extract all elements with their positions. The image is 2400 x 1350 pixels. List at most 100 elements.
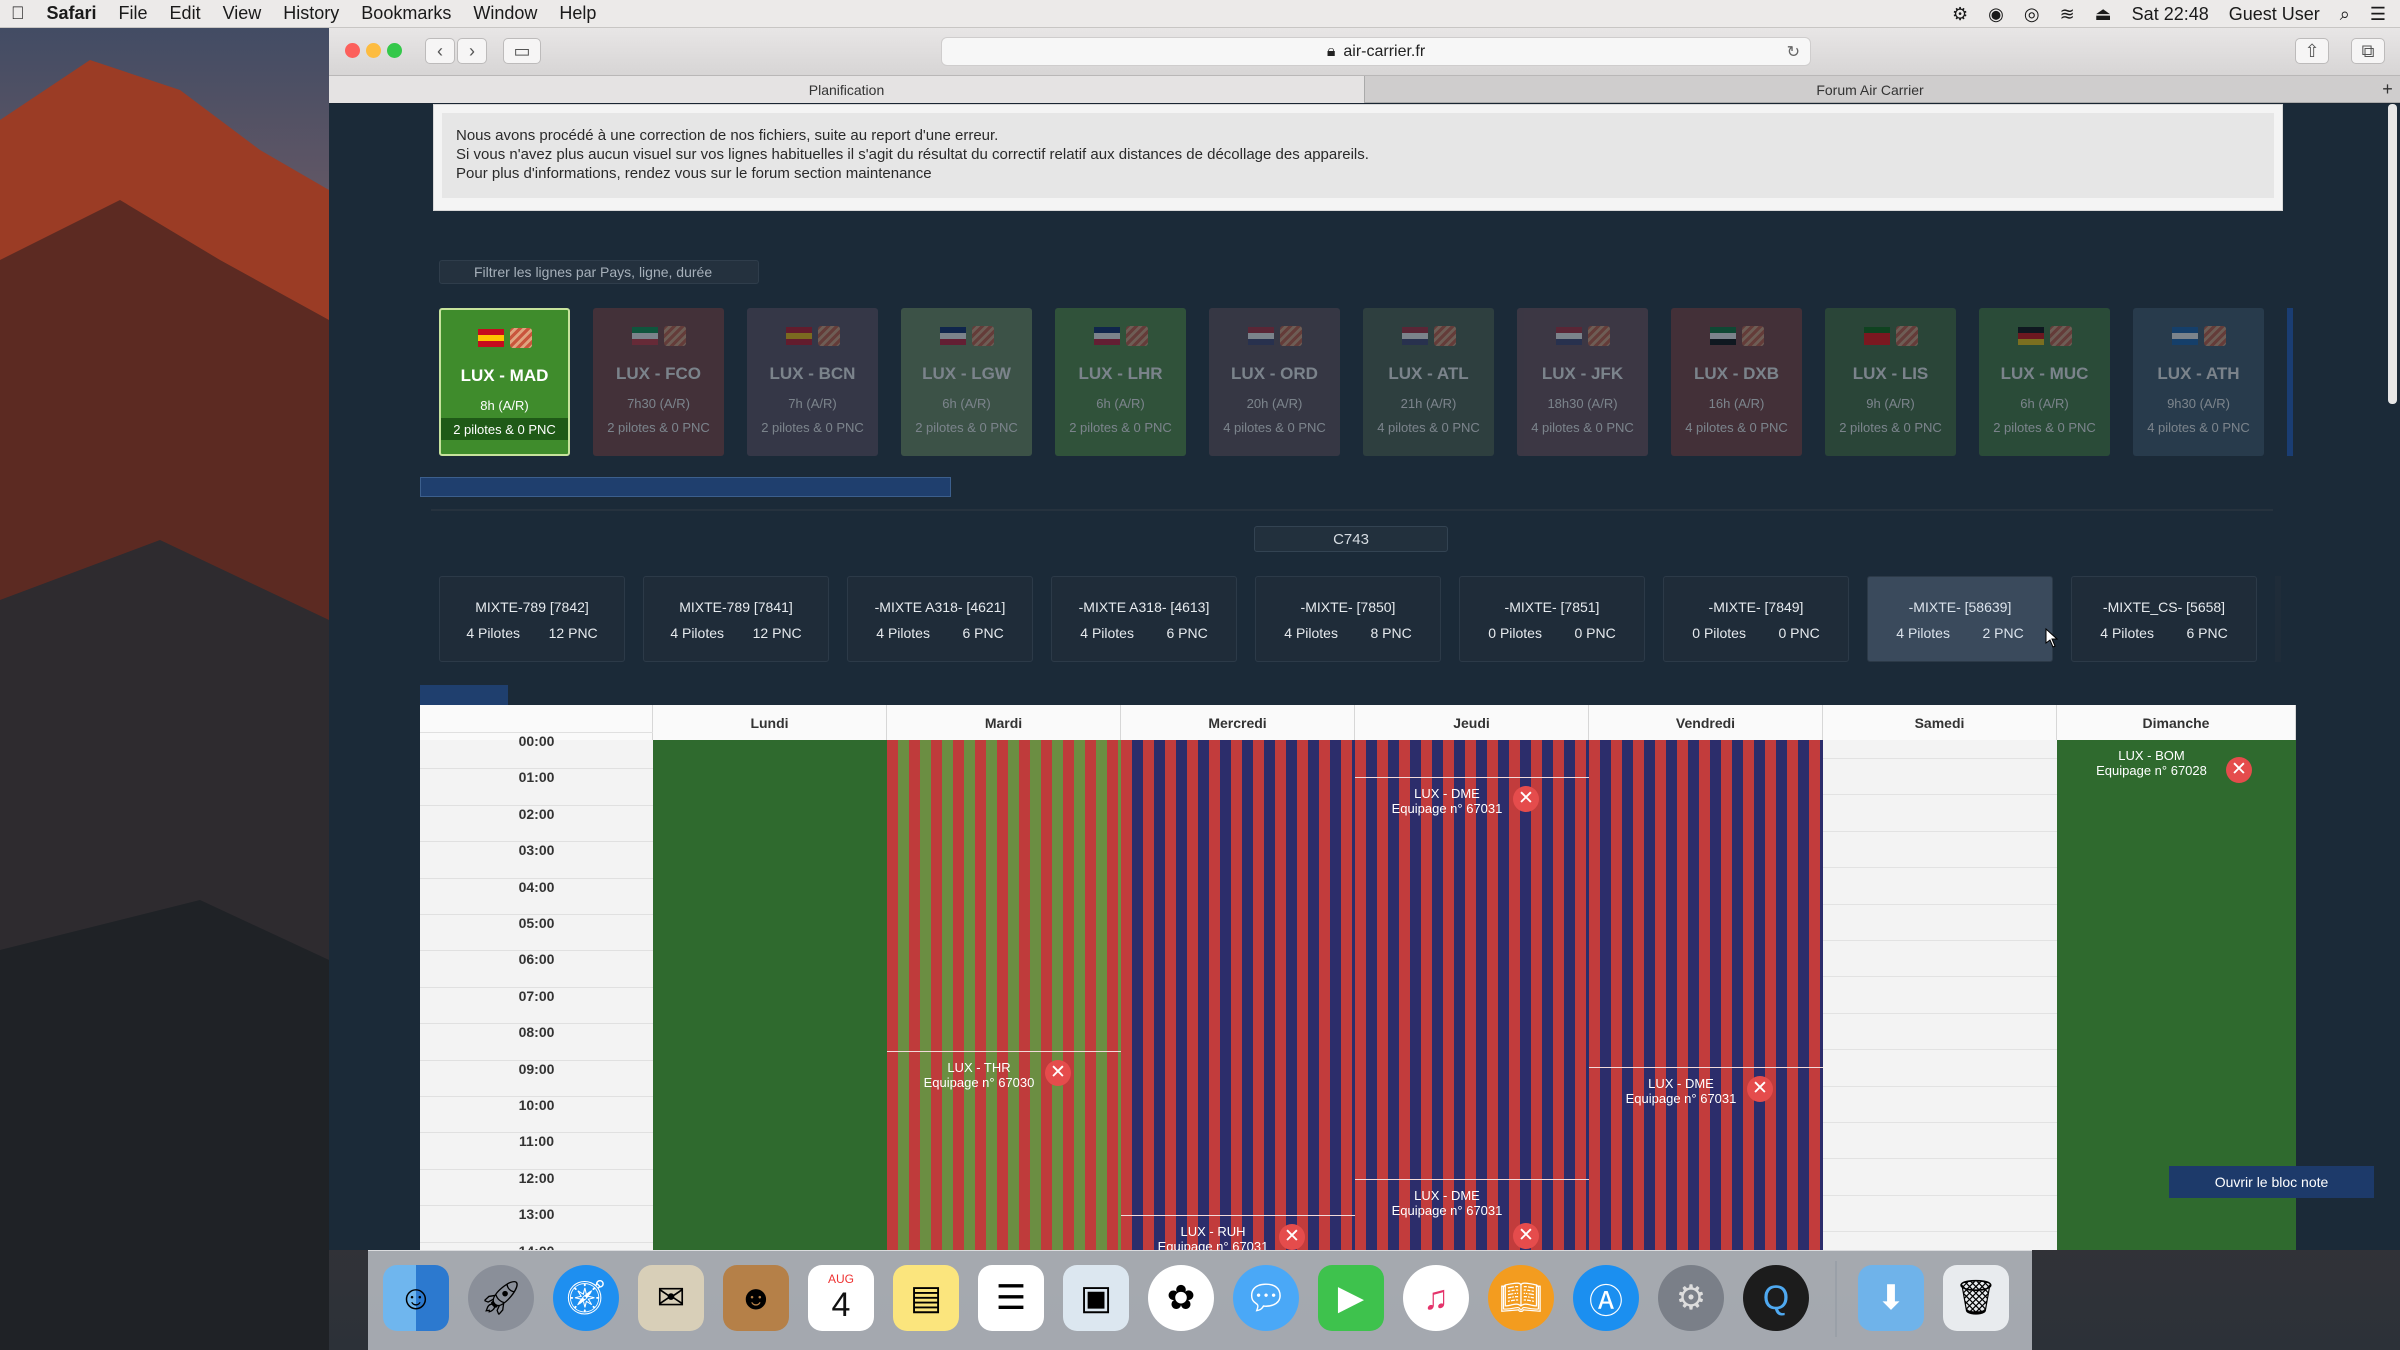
day-column-jeudi[interactable] xyxy=(1355,740,1589,1250)
schedule-event[interactable]: LUX - THR Equipage n° 67030 xyxy=(887,1051,1071,1090)
schedule-event[interactable]: LUX - RUH Equipage n° 67031 xyxy=(1121,1215,1305,1250)
notes-icon[interactable]: ▤ xyxy=(893,1265,959,1331)
remove-event-close-icon[interactable]: ✕ xyxy=(1279,1224,1305,1250)
quicktime-icon[interactable]: Q xyxy=(1743,1265,1809,1331)
country-flag-icon xyxy=(1247,327,1274,345)
safari-icon[interactable]: 🧭︎ xyxy=(553,1265,619,1331)
day-column-vendredi[interactable] xyxy=(1589,740,1823,1250)
minimize-window-icon[interactable] xyxy=(366,43,381,58)
schedule-event[interactable]: LUX - DME Equipage n° 67031 xyxy=(1355,777,1539,816)
ibooks-icon[interactable]: 📖︎ xyxy=(1488,1265,1554,1331)
menu-bookmarks[interactable]: Bookmarks xyxy=(350,3,462,24)
day-column-mardi[interactable] xyxy=(887,740,1121,1250)
aircraft-card[interactable]: -MIXTE_CS- [5658] 4 Pilotes 6 PNC xyxy=(2071,576,2257,662)
menu-user[interactable]: Guest User xyxy=(2229,4,2320,25)
address-bar[interactable]: 🔒︎ air-carrier.fr ↻ xyxy=(941,37,1811,66)
route-card[interactable]: LUX - JFK 18h30 (A/R) 4 pilotes & 0 PNC xyxy=(1517,308,1648,456)
calendar-icon[interactable]: AUG 4 xyxy=(808,1265,874,1331)
zoom-window-icon[interactable] xyxy=(387,43,402,58)
photos-icon[interactable]: ✿ xyxy=(1148,1265,1214,1331)
route-flags xyxy=(747,308,878,364)
aircraft-type-label[interactable]: C743 xyxy=(1254,526,1448,552)
route-crew: 4 pilotes & 0 PNC xyxy=(1685,420,1788,435)
system-preferences-icon[interactable]: ⚙ xyxy=(1658,1265,1724,1331)
route-card[interactable]: LUX - ATH 9h30 (A/R) 4 pilotes & 0 PNC xyxy=(2133,308,2264,456)
remove-event-close-icon[interactable]: ✕ xyxy=(2226,757,2252,783)
route-card[interactable]: LUX - ATL 21h (A/R) 4 pilotes & 0 PNC xyxy=(1363,308,1494,456)
route-card[interactable]: LUX - BCN 7h (A/R) 2 pilotes & 0 PNC xyxy=(747,308,878,456)
apple-icon[interactable]:  xyxy=(0,3,36,24)
screen-record-icon[interactable]: ◎ xyxy=(2024,4,2040,25)
sidebar-toggle-icon[interactable]: ▭ xyxy=(503,38,541,64)
aircraft-card[interactable]: MIXTE-789 [7842] 4 Pilotes 12 PNC xyxy=(439,576,625,662)
day-column-mercredi[interactable] xyxy=(1121,740,1355,1250)
appstore-icon[interactable]: Ⓐ xyxy=(1573,1265,1639,1331)
finder-icon[interactable]: ☺ xyxy=(383,1265,449,1331)
remove-event-close-icon[interactable]: ✕ xyxy=(1747,1076,1773,1102)
forward-button[interactable]: › xyxy=(457,38,487,64)
route-card[interactable]: LUX - LIS 9h (A/R) 2 pilotes & 0 PNC xyxy=(1825,308,1956,456)
scrollbar-thumb[interactable] xyxy=(2388,104,2397,404)
route-card[interactable]: LUX - MUC 6h (A/R) 2 pilotes & 0 PNC xyxy=(1979,308,2110,456)
route-card[interactable]: LUX - LGW 6h (A/R) 2 pilotes & 0 PNC xyxy=(901,308,1032,456)
aircraft-pnc: 12 PNC xyxy=(548,625,598,641)
remove-event-close-icon[interactable]: ✕ xyxy=(1513,1223,1539,1249)
spotlight-search-icon[interactable]: ⌕ xyxy=(2340,4,2350,25)
menu-help[interactable]: Help xyxy=(548,3,607,24)
menu-file[interactable]: File xyxy=(108,3,159,24)
notification-bell-icon[interactable]: ⚙ xyxy=(1952,4,1968,25)
notification-center-icon[interactable]: ☰ xyxy=(2370,4,2386,25)
remove-event-close-icon[interactable]: ✕ xyxy=(1045,1060,1071,1086)
aircraft-card[interactable]: -MIXTE A318- [4613] 4 Pilotes 6 PNC xyxy=(1051,576,1237,662)
route-filter-input[interactable]: Filtrer les lignes par Pays, ligne, duré… xyxy=(439,260,759,284)
schedule-event[interactable]: LUX - DME Equipage n° 67031 xyxy=(1589,1067,1773,1106)
mail-icon[interactable]: ✉ xyxy=(638,1265,704,1331)
menu-clock[interactable]: Sat 22:48 xyxy=(2132,4,2209,25)
reload-icon[interactable]: ↻ xyxy=(1787,42,1800,62)
contacts-icon[interactable]: ☻ xyxy=(723,1265,789,1331)
aircraft-card[interactable]: -MIXTE- [58639] 4 Pilotes 2 PNC xyxy=(1867,576,2053,662)
schedule-event[interactable]: LUX - BOM Equipage n° 67028 xyxy=(2057,740,2246,778)
remove-event-close-icon[interactable]: ✕ xyxy=(1513,786,1539,812)
reminders-icon[interactable]: ☰ xyxy=(978,1265,1044,1331)
menu-view[interactable]: View xyxy=(212,3,273,24)
new-tab-button[interactable]: + xyxy=(2375,76,2400,103)
route-card[interactable]: LUX - MAD 8h (A/R) 2 pilotes & 0 PNC xyxy=(439,308,570,456)
open-notepad-button[interactable]: Ouvrir le bloc note xyxy=(2169,1166,2374,1198)
page-scrollbar[interactable] xyxy=(2385,104,2400,1250)
menu-history[interactable]: History xyxy=(272,3,350,24)
itunes-icon[interactable]: ♫ xyxy=(1403,1265,1469,1331)
eject-icon[interactable]: ⏏ xyxy=(2095,4,2112,25)
downloads-icon[interactable]: ⬇ xyxy=(1858,1265,1924,1331)
messages-icon[interactable]: 💬︎ xyxy=(1233,1265,1299,1331)
route-card[interactable]: LUX - ORD 20h (A/R) 4 pilotes & 0 PNC xyxy=(1209,308,1340,456)
aircraft-card[interactable]: MIXTE-789 [7841] 4 Pilotes 12 PNC xyxy=(643,576,829,662)
day-column-samedi[interactable] xyxy=(1823,740,2057,1250)
route-card[interactable]: LUX - FCO 7h30 (A/R) 2 pilotes & 0 PNC xyxy=(593,308,724,456)
menu-edit[interactable]: Edit xyxy=(159,3,212,24)
menu-app-name[interactable]: Safari xyxy=(36,3,108,24)
aircraft-scroll-indicator[interactable] xyxy=(420,685,508,705)
route-scroll-indicator[interactable] xyxy=(420,477,951,497)
aircraft-card[interactable]: -MIXTE- [7850] 4 Pilotes 8 PNC xyxy=(1255,576,1441,662)
share-icon[interactable]: ⇧ xyxy=(2295,38,2329,64)
trash-icon[interactable]: 🗑︎ xyxy=(1943,1265,2009,1331)
close-window-icon[interactable] xyxy=(345,43,360,58)
wifi-icon[interactable]: ≋ xyxy=(2060,4,2075,25)
route-card[interactable]: LUX - DXB 16h (A/R) 4 pilotes & 0 PNC xyxy=(1671,308,1802,456)
day-column-lundi[interactable] xyxy=(653,740,887,1250)
facetime-icon[interactable]: ▶ xyxy=(1318,1265,1384,1331)
airdrop-icon[interactable]: ◉ xyxy=(1988,4,2004,25)
launchpad-icon[interactable]: 🚀︎ xyxy=(468,1265,534,1331)
aircraft-card[interactable]: -MIXTE A318- [4621] 4 Pilotes 6 PNC xyxy=(847,576,1033,662)
preview-icon[interactable]: ▣ xyxy=(1063,1265,1129,1331)
back-button[interactable]: ‹ xyxy=(425,38,455,64)
tabs-overview-icon[interactable]: ⧉ xyxy=(2351,38,2385,64)
schedule-event[interactable]: LUX - DME Equipage n° 67031 xyxy=(1355,1179,1539,1218)
aircraft-card[interactable]: -MIXTE- [7851] 0 Pilotes 0 PNC xyxy=(1459,576,1645,662)
menu-window[interactable]: Window xyxy=(462,3,548,24)
route-card[interactable]: LUX - LHR 6h (A/R) 2 pilotes & 0 PNC xyxy=(1055,308,1186,456)
aircraft-card[interactable]: -MIXTE- [7849] 0 Pilotes 0 PNC xyxy=(1663,576,1849,662)
tab-planification[interactable]: Planification xyxy=(329,76,1365,103)
tab-forum[interactable]: Forum Air Carrier xyxy=(1365,76,2375,103)
